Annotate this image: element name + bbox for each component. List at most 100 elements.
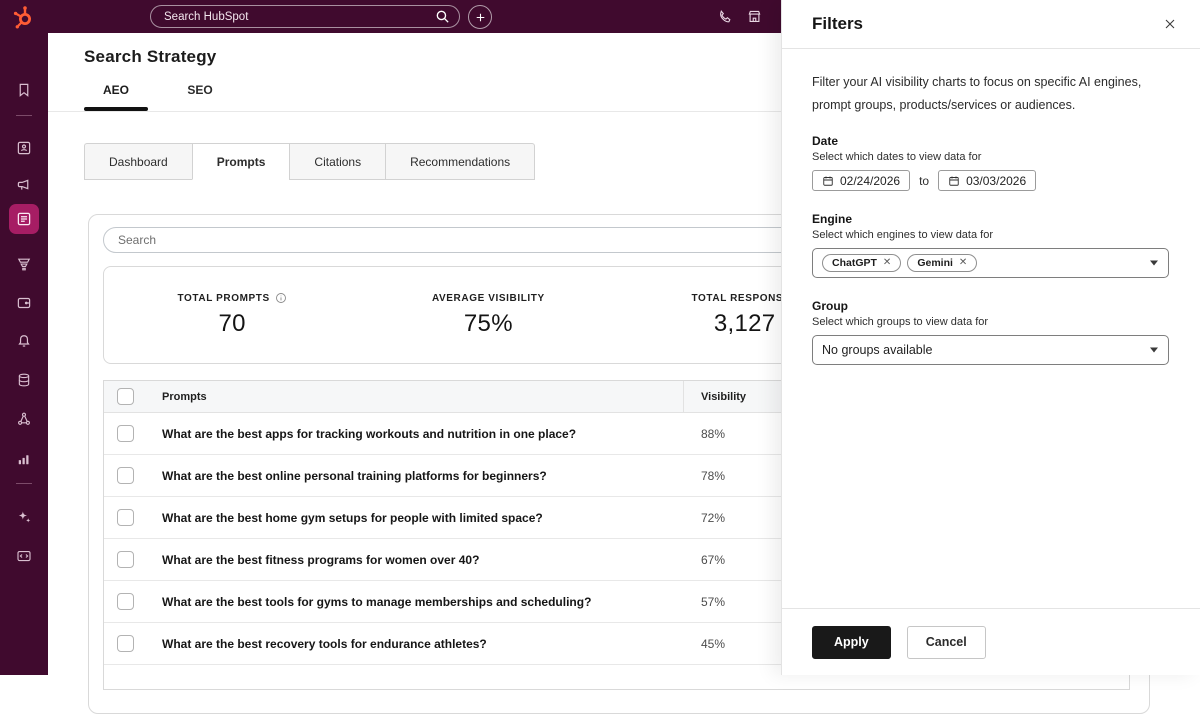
filters-panel-footer: Apply Cancel <box>782 608 1200 675</box>
tab-aeo[interactable]: AEO <box>84 83 148 97</box>
code-icon <box>15 547 33 565</box>
column-header-visibility: Visibility <box>701 391 746 403</box>
sidebar-item-ai[interactable] <box>0 502 48 532</box>
subtab-dashboard[interactable]: Dashboard <box>84 143 192 180</box>
date-from-input[interactable]: 02/24/2026 <box>812 170 910 191</box>
filter-section-engine: Engine Select which engines to view data… <box>812 212 1170 278</box>
row-checkbox[interactable] <box>117 635 134 652</box>
tag-label: ChatGPT <box>832 257 877 269</box>
filters-title: Filters <box>812 14 863 34</box>
remove-tag-icon[interactable]: ✕ <box>883 258 891 268</box>
tab-seo[interactable]: SEO <box>168 83 232 97</box>
funnel-icon <box>15 255 33 273</box>
ai-sparkle-icon <box>15 508 33 526</box>
date-to-value: 03/03/2026 <box>966 174 1026 188</box>
bookmark-icon <box>15 81 33 99</box>
row-checkbox[interactable] <box>117 425 134 442</box>
phone-icon[interactable] <box>716 8 733 25</box>
sidebar-divider <box>16 483 32 484</box>
visibility-value: 88% <box>701 427 725 441</box>
stat-average-visibility: AVERAGE VISIBILITY 75% <box>360 267 616 363</box>
sidebar-divider <box>16 115 32 116</box>
database-icon <box>15 371 33 389</box>
date-to-input[interactable]: 03/03/2026 <box>938 170 1036 191</box>
visibility-value: 45% <box>701 637 725 651</box>
remove-tag-icon[interactable]: ✕ <box>959 258 967 268</box>
sidebar-item-marketing[interactable] <box>0 171 48 201</box>
engine-helper: Select which engines to view data for <box>812 229 1170 241</box>
stat-value: 3,127 <box>714 310 776 338</box>
group-select[interactable]: No groups available <box>812 335 1169 365</box>
cancel-button[interactable]: Cancel <box>907 626 986 659</box>
prompt-text[interactable]: What are the best home gym setups for pe… <box>162 511 669 525</box>
sidebar-item-commerce[interactable] <box>0 288 48 318</box>
stat-value: 70 <box>218 310 245 338</box>
column-divider <box>683 381 684 413</box>
stat-total-prompts: TOTAL PROMPTS 70 <box>104 267 360 363</box>
filters-panel: Filters Filter your AI visibility charts… <box>781 0 1200 675</box>
row-checkbox[interactable] <box>117 509 134 526</box>
prompt-text[interactable]: What are the best recovery tools for end… <box>162 637 669 651</box>
filter-section-date: Date Select which dates to view data for… <box>812 134 1170 191</box>
date-joiner: to <box>919 174 929 188</box>
close-icon <box>1162 16 1178 32</box>
group-label: Group <box>812 299 1170 313</box>
subtab-prompts[interactable]: Prompts <box>192 143 290 180</box>
calendar-icon <box>948 175 960 187</box>
visibility-value: 78% <box>701 469 725 483</box>
sidebar-item-automation[interactable] <box>0 326 48 356</box>
sidebar-item-bookmarks[interactable] <box>0 75 48 105</box>
bell-icon <box>15 332 33 350</box>
visibility-value: 67% <box>701 553 725 567</box>
date-from-value: 02/24/2026 <box>840 174 900 188</box>
stat-value: 75% <box>464 310 513 338</box>
filter-section-group: Group Select which groups to view data f… <box>812 299 1170 365</box>
contact-card-icon <box>15 139 33 157</box>
visibility-value: 57% <box>701 595 725 609</box>
global-search-input[interactable] <box>150 5 460 28</box>
chevron-down-icon <box>1150 261 1158 266</box>
tag-label: Gemini <box>917 257 953 269</box>
prompt-text[interactable]: What are the best online personal traini… <box>162 469 669 483</box>
wallet-icon <box>15 294 33 312</box>
sidebar-item-integrations[interactable] <box>0 404 48 434</box>
close-panel-button[interactable] <box>1159 13 1181 35</box>
info-icon[interactable] <box>275 292 287 304</box>
marketplace-icon[interactable] <box>746 8 763 25</box>
hubspot-logo-icon[interactable] <box>11 4 37 30</box>
group-helper: Select which groups to view data for <box>812 316 1170 328</box>
engine-multiselect[interactable]: ChatGPT ✕ Gemini ✕ <box>812 248 1169 278</box>
calendar-icon <box>822 175 834 187</box>
chevron-down-icon <box>1150 348 1158 353</box>
network-icon <box>15 410 33 428</box>
engine-label: Engine <box>812 212 1170 226</box>
left-sidebar <box>0 33 48 675</box>
prompt-text[interactable]: What are the best apps for tracking work… <box>162 427 669 441</box>
view-subtabs: Dashboard Prompts Citations Recommendati… <box>84 143 535 180</box>
top-nav-bar <box>0 0 781 33</box>
group-select-value: No groups available <box>822 343 933 357</box>
visibility-value: 72% <box>701 511 725 525</box>
sidebar-item-sales[interactable] <box>0 249 48 279</box>
row-checkbox[interactable] <box>117 467 134 484</box>
sidebar-item-developer[interactable] <box>0 541 48 571</box>
select-all-checkbox[interactable] <box>117 388 134 405</box>
prompt-text[interactable]: What are the best fitness programs for w… <box>162 553 669 567</box>
subtab-citations[interactable]: Citations <box>289 143 385 180</box>
create-button[interactable] <box>468 5 492 29</box>
row-checkbox[interactable] <box>117 593 134 610</box>
stat-label: TOTAL PROMPTS <box>178 293 270 304</box>
search-icon[interactable] <box>434 8 451 25</box>
prompt-text[interactable]: What are the best tools for gyms to mana… <box>162 595 669 609</box>
sidebar-item-contacts[interactable] <box>0 133 48 163</box>
sidebar-item-reporting[interactable] <box>0 444 48 474</box>
sidebar-item-content-active[interactable] <box>9 204 39 234</box>
bar-chart-icon <box>15 450 33 468</box>
plus-icon <box>474 11 487 24</box>
row-checkbox[interactable] <box>117 551 134 568</box>
sidebar-item-data[interactable] <box>0 365 48 395</box>
date-label: Date <box>812 134 1170 148</box>
stat-label: AVERAGE VISIBILITY <box>432 293 545 304</box>
apply-button[interactable]: Apply <box>812 626 891 659</box>
subtab-recommendations[interactable]: Recommendations <box>385 143 535 180</box>
